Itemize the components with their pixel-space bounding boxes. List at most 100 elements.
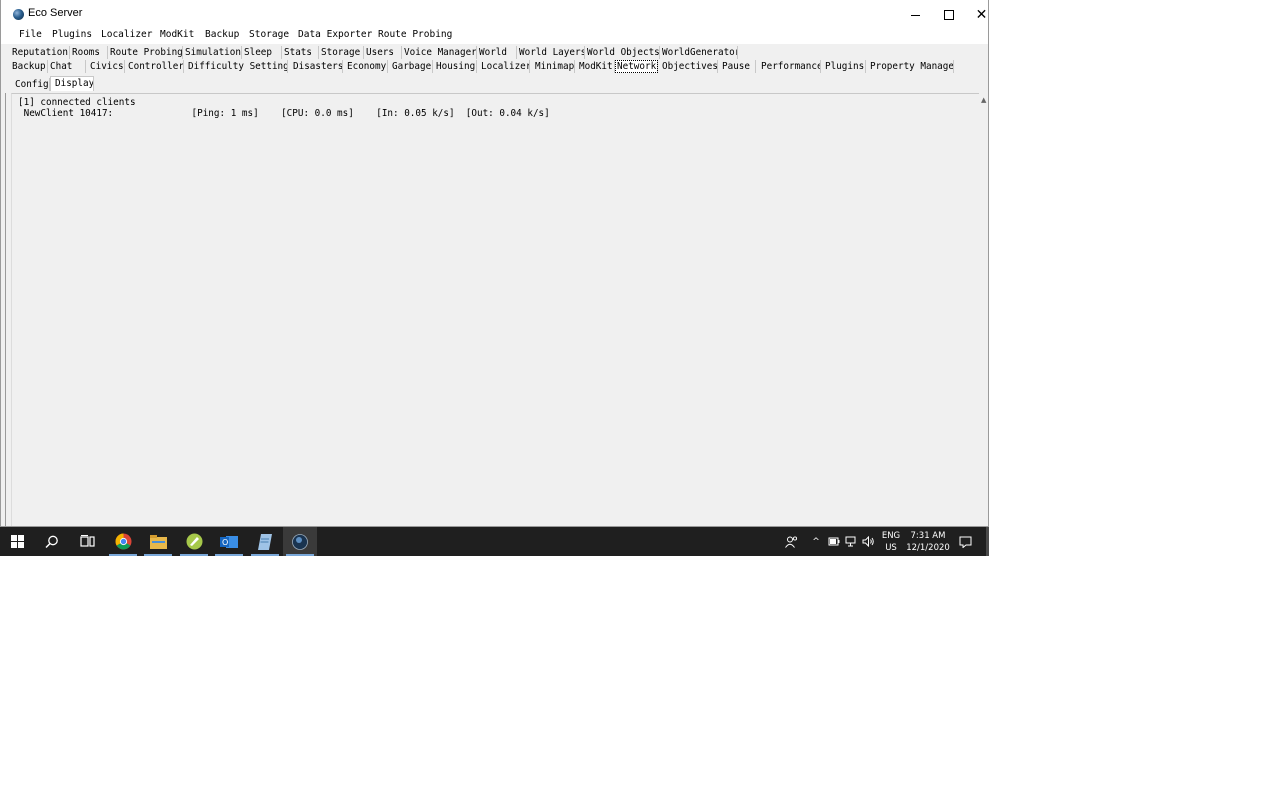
tab-housing[interactable]: Housing [433,60,477,73]
subtab-config[interactable]: Config [12,78,50,91]
tab-backup[interactable]: Backup [10,60,48,73]
vertical-scrollbar[interactable]: ▲ [979,93,988,526]
menu-storage[interactable]: Storage [249,29,289,40]
eco-server-taskbar-button[interactable] [283,527,317,556]
task-view-button[interactable] [70,527,104,556]
tab-world[interactable]: World [477,46,517,59]
show-desktop-button[interactable] [986,527,989,556]
tab-economy[interactable]: Economy [343,60,388,73]
tab-row-2: Backup Chat Civics Controller Difficulty… [1,60,988,74]
tab-garbage[interactable]: Garbage [388,60,433,73]
app-taskbar-button[interactable] [177,527,211,556]
tab-pause[interactable]: Pause [718,60,756,73]
tab-controller[interactable]: Controller [125,60,184,73]
region-label: US [885,542,897,553]
file-explorer-taskbar-button[interactable] [141,527,175,556]
tab-modkit[interactable]: ModKit [575,60,615,73]
output-panel[interactable]: [1] connected clients NewClient 10417: [… [11,93,980,526]
volume-icon [862,536,874,547]
maximize-button[interactable] [932,0,965,30]
tab-difficulty-settings[interactable]: Difficulty Settings [184,60,288,73]
network-icon [845,536,856,547]
action-center-button[interactable] [956,527,974,556]
minimize-icon [911,14,920,16]
start-icon [10,535,24,548]
search-button[interactable] [35,527,69,556]
panel-left-border [5,93,6,526]
notification-icon [959,536,971,548]
show-hidden-icons-button[interactable]: ^ [810,527,822,556]
battery-icon [828,537,840,546]
tab-world-objects[interactable]: World Objects [585,46,660,59]
connected-clients-line: [1] connected clients [18,97,136,108]
tab-reputation[interactable]: Reputation [10,46,70,59]
menu-plugins[interactable]: Plugins [52,29,92,40]
tab-simulation[interactable]: Simulation [183,46,242,59]
minimize-button[interactable] [899,0,932,30]
tab-civics[interactable]: Civics [86,60,125,73]
language-indicator[interactable]: ENG US [879,527,903,556]
maximize-icon [943,10,954,20]
tab-plugins[interactable]: Plugins [821,60,866,73]
window-title: Eco Server [28,7,83,19]
tab-objectives[interactable]: Objectives [658,60,718,73]
title-bar[interactable]: Eco Server ✕ [1,0,988,30]
outlook-taskbar-button[interactable]: O [212,527,246,556]
app-icon [186,533,202,550]
subtab-row: Config Display [1,76,988,92]
close-icon: ✕ [975,7,988,23]
start-button[interactable] [0,527,34,556]
svg-text:O: O [222,538,228,547]
eco-server-window: Eco Server ✕ File Plugins Localizer ModK… [0,0,989,527]
outlook-icon: O [220,535,238,548]
tab-performance[interactable]: Performance [756,60,821,73]
chevron-up-icon: ^ [812,536,820,547]
close-button[interactable]: ✕ [965,0,988,30]
task-view-icon [79,535,95,547]
chrome-icon [115,533,131,550]
tab-localizer[interactable]: Localizer [477,60,530,73]
output-text: [1] connected clients NewClient 10417: [… [18,97,550,119]
clock[interactable]: 7:31 AM 12/1/2020 [905,527,951,556]
clock-date: 12/1/2020 [906,542,950,553]
people-icon [784,535,797,548]
tab-sleep[interactable]: Sleep [242,46,282,59]
chrome-taskbar-button[interactable] [106,527,140,556]
eco-server-icon [292,533,308,550]
menu-backup[interactable]: Backup [205,29,239,40]
battery-tray-button[interactable] [827,527,841,556]
menu-bar: File Plugins Localizer ModKit Backup Sto… [1,28,988,44]
menu-localizer[interactable]: Localizer [101,29,152,40]
subtab-display[interactable]: Display [50,76,94,91]
tab-storage[interactable]: Storage [319,46,364,59]
tab-stats[interactable]: Stats [282,46,319,59]
tab-row-1: Reputation Rooms Route Probing Simulatio… [1,46,988,60]
windows-taskbar: O ^ ENG US 7:31 AM 12/1/2020 [0,527,989,556]
network-tray-button[interactable] [844,527,859,556]
notepad-taskbar-button[interactable] [248,527,282,556]
client-stats-line: NewClient 10417: [Ping: 1 ms] [CPU: 0.0 … [18,108,550,119]
tab-disasters[interactable]: Disasters [288,60,343,73]
scroll-up-icon[interactable]: ▲ [981,96,986,104]
menu-file[interactable]: File [19,29,42,40]
people-button[interactable] [783,527,799,556]
search-icon [45,535,58,548]
tab-minimap[interactable]: Minimap [530,60,575,73]
tab-network[interactable]: Network [615,60,658,73]
tab-users[interactable]: Users [364,46,402,59]
tab-route-probing[interactable]: Route Probing [108,46,183,59]
eco-globe-icon [13,9,24,20]
tab-world-layers[interactable]: World Layers [517,46,585,59]
language-label: ENG [881,530,901,541]
tab-rooms[interactable]: Rooms [70,46,108,59]
volume-tray-button[interactable] [861,527,876,556]
tab-voice-manager[interactable]: Voice Manager [402,46,477,59]
tab-chat[interactable]: Chat [48,60,86,73]
tab-property-manager[interactable]: Property Manager [866,60,954,73]
clock-time: 7:31 AM [910,530,946,541]
notepad-icon [258,533,272,550]
menu-modkit[interactable]: ModKit [160,29,194,40]
tab-worldgenerator[interactable]: WorldGenerator [660,46,738,59]
menu-data-exporter[interactable]: Data Exporter [298,29,372,40]
menu-route-probing[interactable]: Route Probing [378,29,452,40]
